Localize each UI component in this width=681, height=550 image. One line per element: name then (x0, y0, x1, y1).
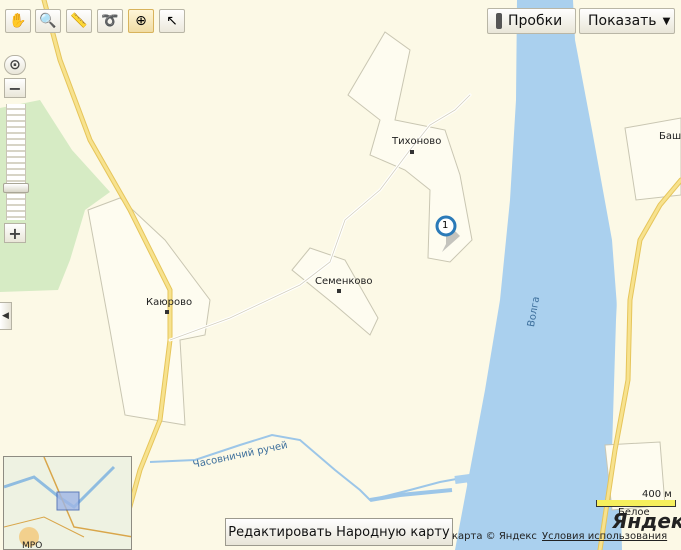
yandex-logo: Яндекс (612, 509, 681, 533)
scale-bar (596, 500, 676, 507)
chevron-left-icon: ◀ (2, 311, 9, 321)
side-panel-toggle[interactable]: ◀ (0, 302, 12, 330)
copyright-text: карта © Яндекс (452, 531, 537, 542)
basha-label: Баша (659, 131, 681, 142)
semenkovo-point (337, 289, 341, 293)
hand-tool-icon: ✋ (9, 13, 27, 29)
select-tool-button[interactable]: ↖ (159, 9, 185, 33)
tikhonovo-label: Тихоново (392, 136, 442, 147)
magnifier-tool-button[interactable]: 🔍 (35, 9, 61, 33)
scale-label: 400 м (642, 489, 672, 500)
traffic-button[interactable]: Пробки (487, 8, 576, 34)
hand-tool-button[interactable]: ✋ (5, 9, 31, 33)
compass-icon: ⊙ (9, 57, 21, 73)
show-label: Показать (588, 13, 657, 29)
kayurovo-label: Каюрово (146, 297, 193, 308)
ruler-tool-button[interactable]: 📏 (66, 9, 92, 33)
select-tool-icon: ↖ (166, 13, 178, 29)
add-object-tool-button[interactable]: ⊕ (128, 9, 154, 33)
zoom-out-button[interactable]: − (4, 78, 26, 98)
tikhonovo-point (410, 150, 414, 154)
route-tool-button[interactable]: ➰ (97, 9, 123, 33)
semenkovo-label: Семенково (315, 276, 373, 287)
kayurovo-point (165, 310, 169, 314)
zoom-slider-thumb[interactable] (3, 183, 29, 193)
add-object-tool-icon: ⊕ (135, 13, 147, 29)
chevron-down-icon: ▼ (662, 15, 671, 27)
traffic-label: Пробки (508, 13, 563, 29)
overview-minimap[interactable]: МРО (3, 456, 132, 550)
marker-number: 1 (442, 220, 449, 231)
minimap-canvas (4, 457, 131, 549)
minus-icon: − (8, 78, 22, 98)
zoom-slider-track[interactable] (6, 104, 26, 220)
magnifier-tool-icon: 🔍 (39, 13, 57, 29)
ruler-tool-icon: 📏 (70, 13, 88, 29)
mro-label: МРО (22, 541, 43, 550)
route-tool-icon: ➰ (101, 13, 119, 29)
traffic-light-icon (496, 13, 502, 29)
plus-icon: + (8, 223, 22, 243)
locate-button[interactable]: ⊙ (4, 55, 26, 75)
edit-people-map-button[interactable]: Редактировать Народную карту (225, 518, 453, 546)
show-layers-button[interactable]: Показать ▼ (579, 8, 675, 34)
zoom-in-button[interactable]: + (4, 223, 26, 243)
